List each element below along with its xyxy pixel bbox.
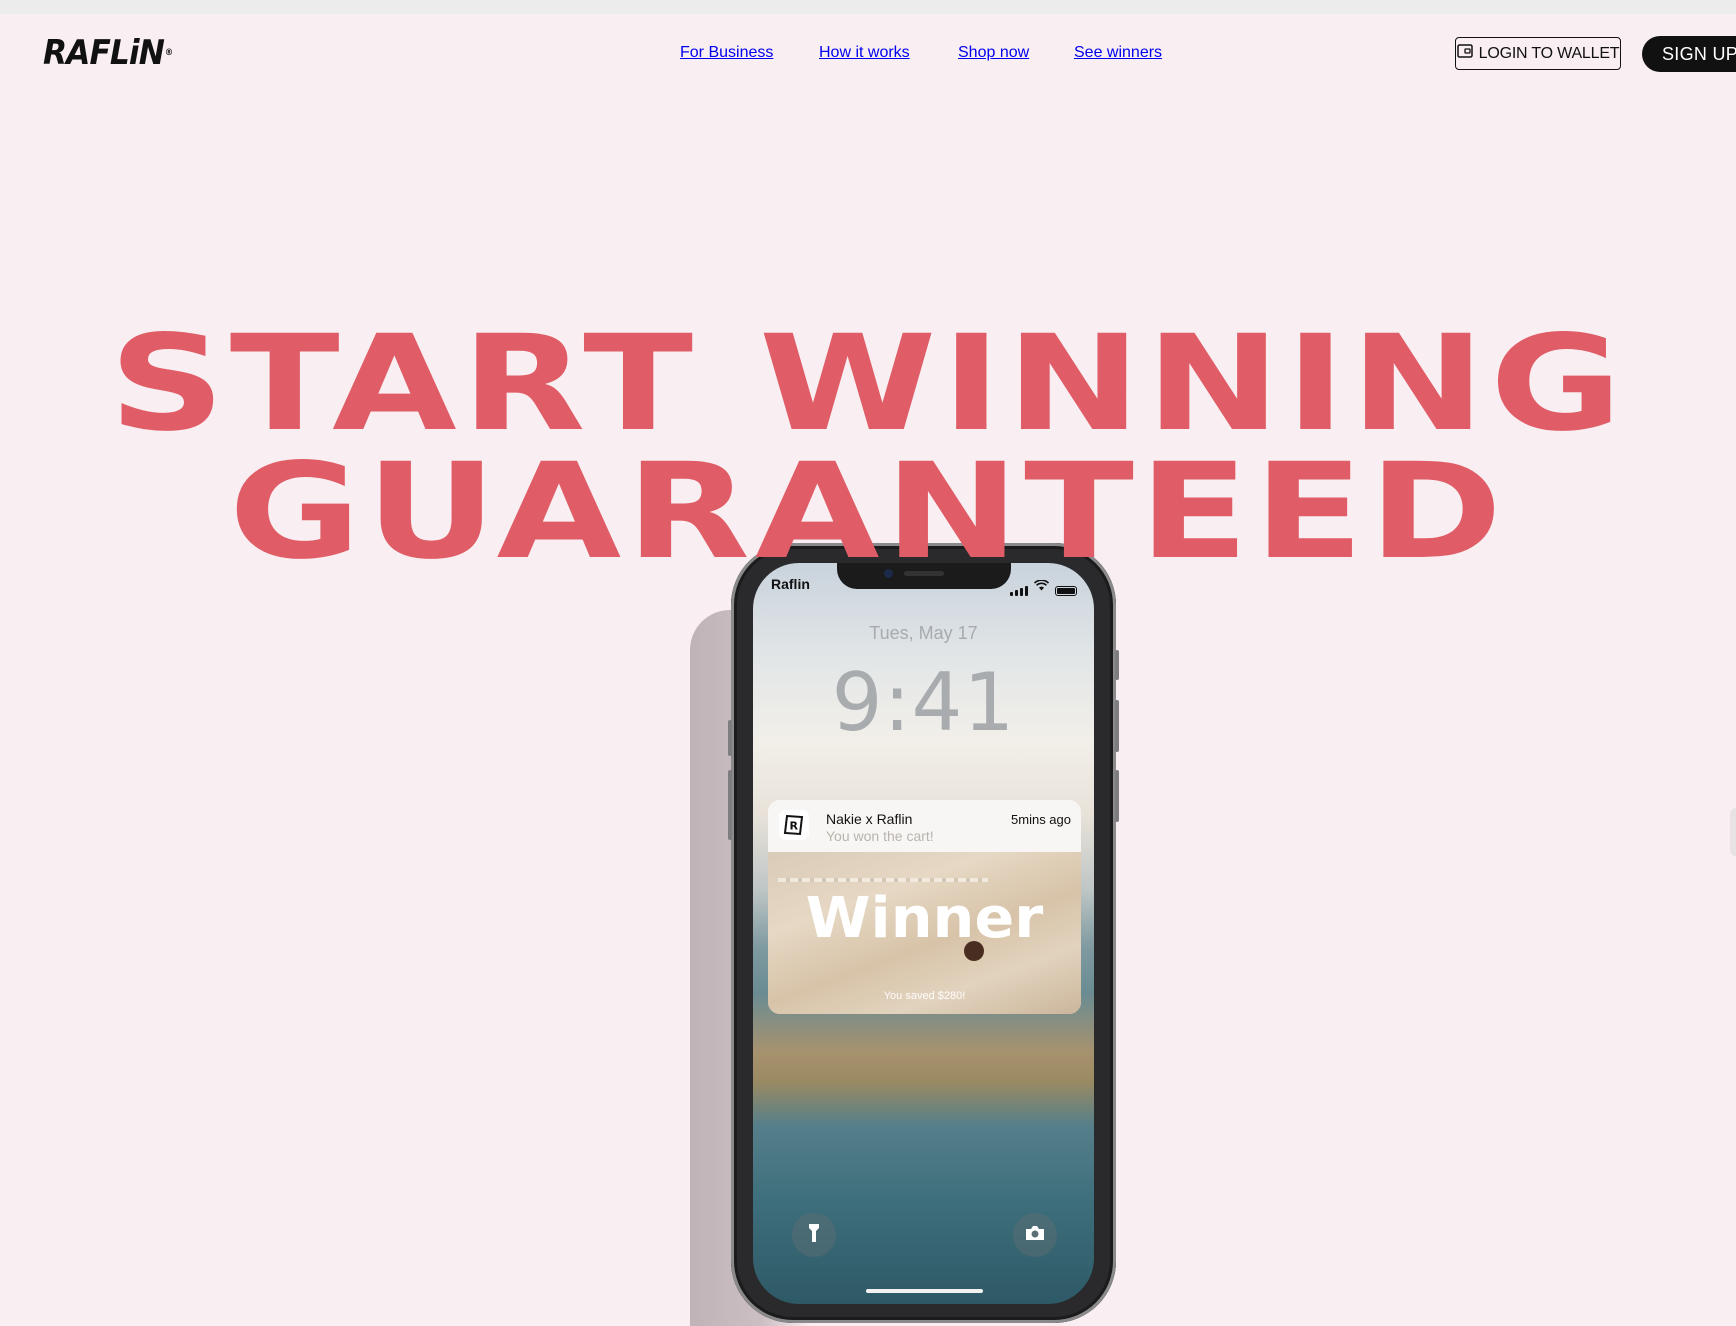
login-to-wallet-button[interactable]: LOGIN TO WALLET xyxy=(1455,37,1621,70)
raflin-app-icon: R xyxy=(779,810,809,840)
wallet-icon xyxy=(1456,44,1473,63)
phone-side-button xyxy=(1115,770,1119,822)
winner-heading: Winner xyxy=(805,886,1044,951)
camera-icon xyxy=(1024,1224,1046,1247)
hero-headline-line-1: START WINNING xyxy=(108,307,1628,461)
notification-time: 5mins ago xyxy=(1011,812,1071,827)
status-carrier: Raflin xyxy=(771,576,810,592)
svg-text:R: R xyxy=(790,820,799,833)
logo-registered-mark: ® xyxy=(164,48,173,58)
phone-speaker xyxy=(904,571,944,576)
savings-caption: You saved $280! xyxy=(883,990,966,1002)
image-shell xyxy=(964,941,984,961)
phone-side-button xyxy=(728,770,732,840)
notification-image: Winner You saved $280! xyxy=(768,852,1081,1014)
notification-header: R Nakie x Raflin You won the cart! 5mins… xyxy=(768,800,1081,852)
image-ribbon xyxy=(778,878,988,882)
nav-link-see-winners[interactable]: See winners xyxy=(1074,44,1162,62)
notification-card[interactable]: R Nakie x Raflin You won the cart! 5mins… xyxy=(768,800,1081,1014)
phone-side-button xyxy=(1115,650,1119,680)
sign-up-button[interactable]: SIGN UP xyxy=(1642,36,1736,72)
browser-top-strip xyxy=(0,0,1736,14)
flashlight-button[interactable] xyxy=(792,1213,836,1257)
nav-link-shop-now[interactable]: Shop now xyxy=(958,44,1029,62)
lockscreen-time: 9:41 xyxy=(831,656,1016,749)
raflin-logo[interactable]: RAFLiN® xyxy=(43,31,173,75)
home-indicator[interactable] xyxy=(866,1289,983,1293)
edge-tab[interactable] xyxy=(1730,808,1736,856)
battery-icon xyxy=(1055,586,1077,596)
notification-title: Nakie x Raflin xyxy=(826,811,913,827)
flashlight-icon xyxy=(807,1222,821,1249)
status-icons xyxy=(1010,578,1077,596)
sign-up-label: SIGN UP xyxy=(1662,43,1736,64)
phone-camera xyxy=(884,569,893,578)
logo-text: RAFLiN xyxy=(43,33,165,73)
nav-link-for-business[interactable]: For Business xyxy=(680,44,773,62)
wifi-icon xyxy=(1033,578,1050,596)
phone-side-button xyxy=(728,720,732,756)
nav-link-how-it-works[interactable]: How it works xyxy=(819,44,910,62)
phone-side-button xyxy=(1115,700,1119,752)
notification-subtitle: You won the cart! xyxy=(826,828,934,844)
phone-notch xyxy=(837,563,1011,589)
camera-button[interactable] xyxy=(1013,1213,1057,1257)
lockscreen-date: Tues, May 17 xyxy=(869,623,978,643)
hero-headline-line-2: GUARANTEED xyxy=(228,435,1508,589)
signal-icon xyxy=(1010,586,1028,596)
login-to-wallet-label: LOGIN TO WALLET xyxy=(1478,44,1620,62)
